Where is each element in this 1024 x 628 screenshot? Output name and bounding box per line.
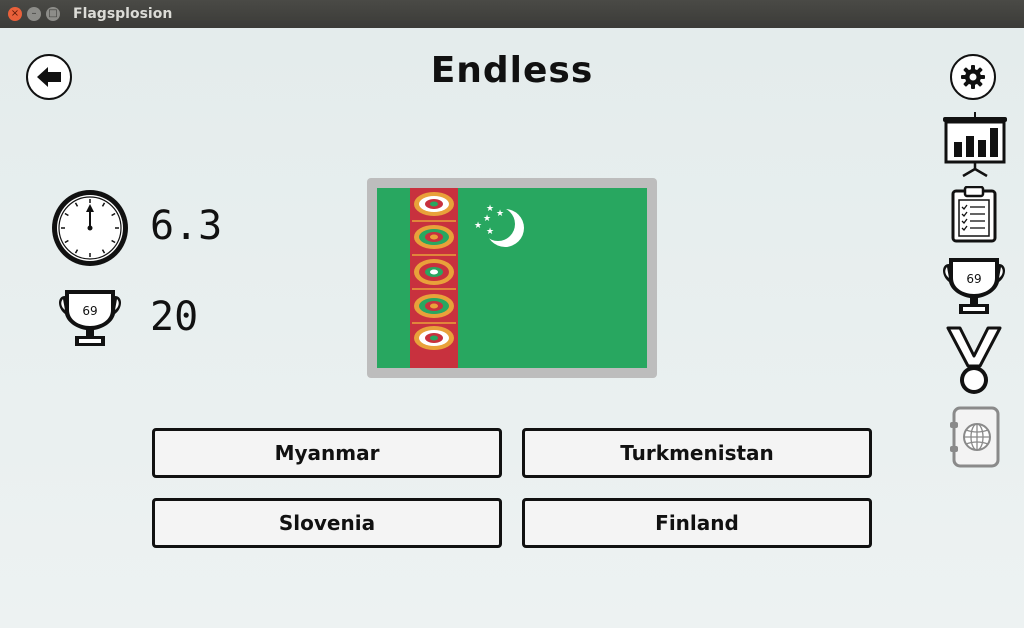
timer-value: 6.3 xyxy=(150,203,223,249)
stats-board-icon[interactable] xyxy=(942,112,1008,178)
window-close-button[interactable]: × xyxy=(8,7,22,21)
window-title: Flagsplosion xyxy=(73,6,173,22)
svg-text:★: ★ xyxy=(483,214,491,224)
trophy-icon[interactable]: 69 xyxy=(941,256,1007,318)
gear-icon xyxy=(961,65,985,89)
svg-text:★: ★ xyxy=(486,227,494,237)
svg-text:★: ★ xyxy=(496,209,504,219)
clipboard-icon[interactable] xyxy=(950,186,998,244)
score-trophy-badge: 69 xyxy=(82,304,97,318)
answer-button-2[interactable]: Turkmenistan xyxy=(522,428,872,478)
flag-image: ★ ★ ★ ★ ★ xyxy=(377,188,647,368)
window-titlebar: × – □ Flagsplosion xyxy=(0,0,1024,29)
stopwatch-icon xyxy=(52,190,128,266)
svg-text:★: ★ xyxy=(486,204,494,214)
page-title: Endless xyxy=(430,50,594,91)
settings-button[interactable] xyxy=(950,54,996,100)
sidebar-trophy-badge: 69 xyxy=(966,272,981,286)
answer-button-4[interactable]: Finland xyxy=(522,498,872,548)
world-safe-icon[interactable] xyxy=(948,406,1000,468)
answer-button-1[interactable]: Myanmar xyxy=(152,428,502,478)
score-value: 20 xyxy=(150,294,199,340)
medal-icon[interactable] xyxy=(946,326,1002,396)
window-maximize-button[interactable]: □ xyxy=(46,7,60,21)
trophy-icon: 69 xyxy=(59,290,121,346)
answer-button-3[interactable]: Slovenia xyxy=(152,498,502,548)
game-screen: Endless 6.3 69 20 ★ ★ ★ ★ ★ Myanmar Turk… xyxy=(0,28,1024,628)
flag-frame: ★ ★ ★ ★ ★ xyxy=(367,178,657,378)
window-minimize-button[interactable]: – xyxy=(27,7,41,21)
svg-text:★: ★ xyxy=(474,221,482,231)
